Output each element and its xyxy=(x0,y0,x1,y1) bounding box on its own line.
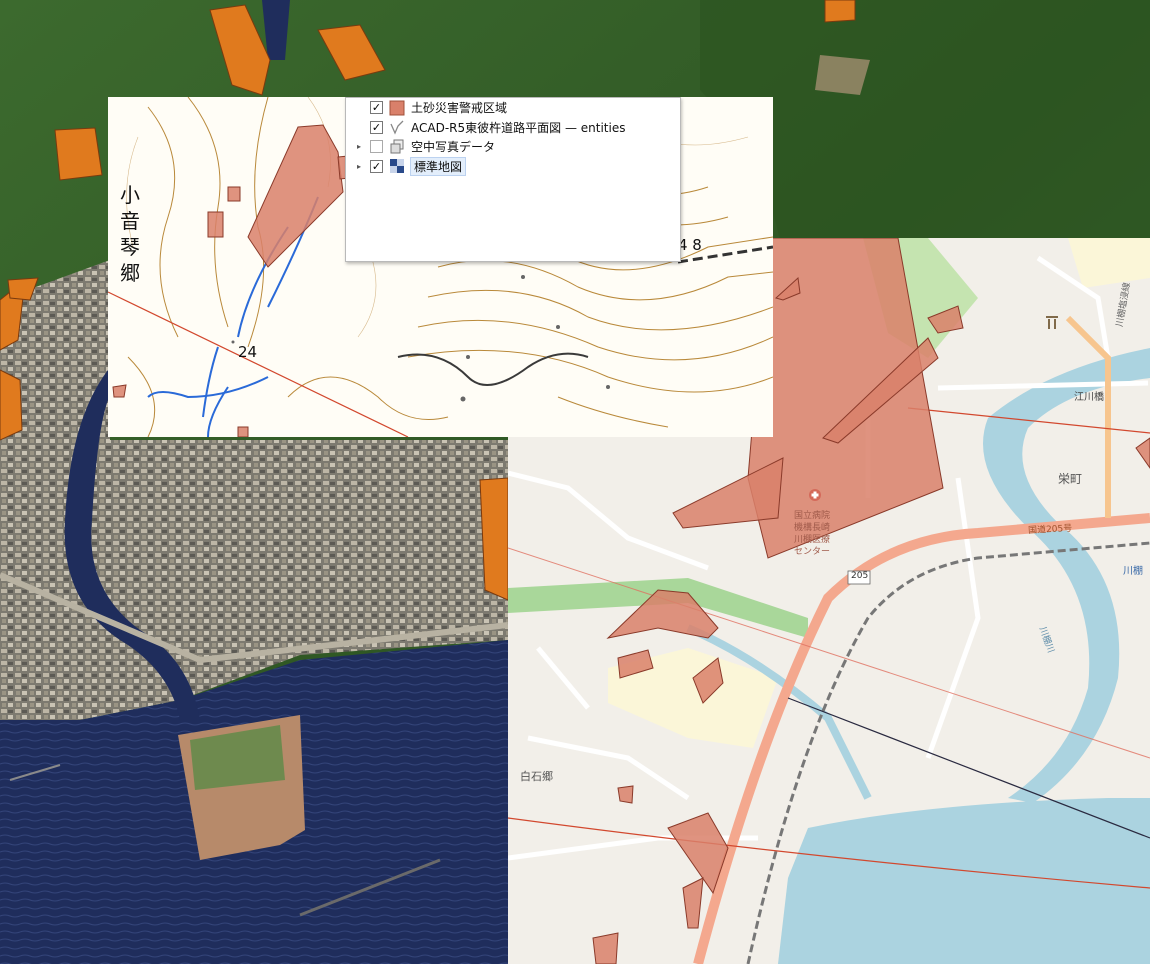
raster-layer-icon xyxy=(389,158,405,174)
label-elevation-24: 24 xyxy=(238,343,258,361)
layers-panel: ✓ 土砂災害警戒区域 ✓ ACAD-R5東彼杵道路平面図 — entities … xyxy=(345,97,681,262)
label-village-vertical: 小音琴郷 xyxy=(120,183,140,285)
expand-arrow-icon[interactable]: ▸ xyxy=(354,142,364,151)
label-route205: 国道205号 xyxy=(1027,523,1073,537)
label-bridge: 江川橋 xyxy=(1074,392,1104,403)
layer-visibility-checkbox[interactable] xyxy=(370,140,383,154)
layer-visibility-checkbox[interactable]: ✓ xyxy=(370,159,383,173)
label-sakaemachi: 栄町 xyxy=(1058,472,1083,486)
layer-visibility-checkbox[interactable]: ✓ xyxy=(370,101,383,115)
layer-name[interactable]: ACAD-R5東彼杵道路平面図 — entities xyxy=(411,119,625,136)
layer-name[interactable]: 空中写真データ xyxy=(411,138,495,155)
layer-row-hazard-zones[interactable]: ✓ 土砂災害警戒区域 xyxy=(346,98,680,118)
raster-group-icon xyxy=(389,139,405,155)
layer-name[interactable]: 標準地図 xyxy=(409,156,467,176)
hospital-icon xyxy=(809,489,821,501)
layer-row-standard-map[interactable]: ▸ ✓ 標準地図 xyxy=(346,156,680,177)
layer-row-cad-entities[interactable]: ✓ ACAD-R5東彼杵道路平面図 — entities xyxy=(346,118,680,138)
layer-name[interactable]: 土砂災害警戒区域 xyxy=(411,99,507,116)
label-kawatana-station: 川棚 xyxy=(1123,566,1143,577)
layer-visibility-checkbox[interactable]: ✓ xyxy=(370,120,383,134)
label-shiraishigo: 白石郷 xyxy=(520,770,553,783)
label-route205-shield: 205 xyxy=(851,571,869,581)
polygon-fill-icon xyxy=(389,100,405,116)
layer-row-aerial-photos[interactable]: ▸ 空中写真データ xyxy=(346,137,680,157)
label-hospital-4: センター xyxy=(794,547,831,557)
line-layer-icon xyxy=(389,119,405,135)
label-elevation-partial: 4 8 xyxy=(678,236,702,254)
expand-arrow-icon[interactable]: ▸ xyxy=(354,162,364,171)
